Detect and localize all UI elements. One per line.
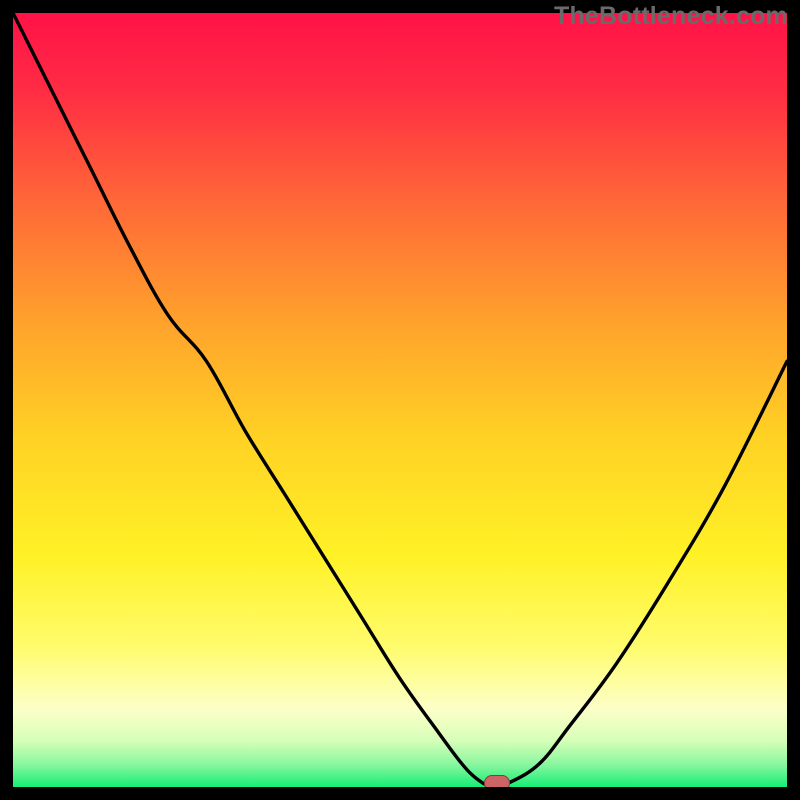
plot-area [13, 13, 787, 787]
chart-stage: TheBottleneck.com [0, 0, 800, 800]
watermark-text: TheBottleneck.com [554, 2, 788, 31]
bottleneck-curve [13, 13, 787, 787]
optimal-point-marker [484, 775, 510, 787]
